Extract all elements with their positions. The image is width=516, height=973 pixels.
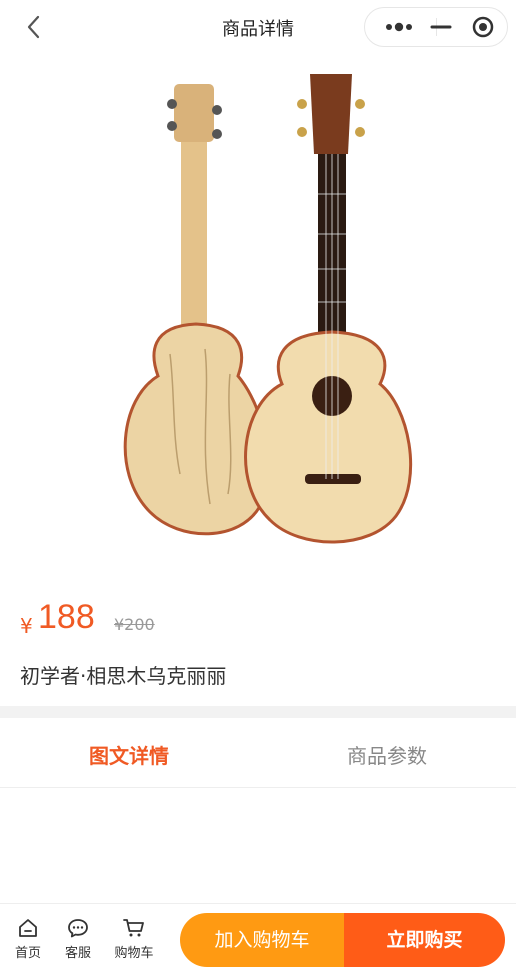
home-button[interactable]: 首页 <box>0 918 56 961</box>
home-label: 首页 <box>14 946 41 961</box>
bottom-action-bar: 首页 客服 购物车 加入购物车 立即购买 <box>0 903 516 973</box>
cart-button[interactable]: 购物车 <box>106 918 162 961</box>
product-name: 初学者·相思木乌克丽丽 <box>20 664 227 688</box>
ukulele-front-view <box>244 74 413 544</box>
original-price: ¥200 <box>114 615 155 634</box>
ukulele-product-icon <box>123 74 413 544</box>
close-button[interactable] <box>463 8 503 46</box>
chat-icon <box>68 919 88 938</box>
mini-program-capsule <box>364 7 508 47</box>
section-divider <box>0 706 516 718</box>
minimize-icon <box>430 25 452 29</box>
add-to-cart-button[interactable]: 加入购物车 <box>180 913 344 967</box>
home-icon <box>19 919 37 937</box>
target-icon <box>472 16 494 38</box>
minimize-button[interactable] <box>421 8 461 46</box>
service-label: 客服 <box>64 946 91 961</box>
currency-symbol: ¥ <box>20 614 33 638</box>
shopping-cart-icon <box>123 919 144 937</box>
current-price: 188 <box>38 598 95 636</box>
navigation-bar: 商品详情 <box>0 0 516 54</box>
cart-label: 购物车 <box>114 946 154 961</box>
tab-product-params[interactable]: 商品参数 <box>258 740 516 769</box>
buy-now-button[interactable]: 立即购买 <box>344 913 505 967</box>
tab-image-details[interactable]: 图文详情 <box>0 740 258 769</box>
detail-tabs: 图文详情 商品参数 <box>0 718 516 788</box>
product-image[interactable] <box>0 54 516 582</box>
customer-service-button[interactable]: 客服 <box>50 918 106 961</box>
